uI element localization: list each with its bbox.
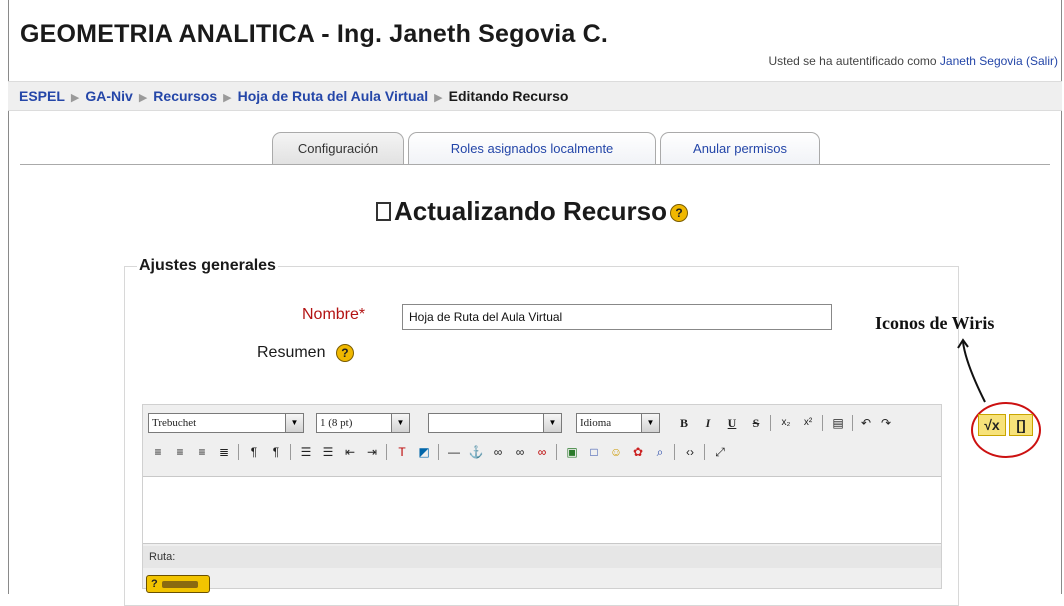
- table-icon[interactable]: □: [584, 442, 604, 462]
- breadcrumb-separator-icon: ▶: [223, 92, 232, 104]
- language-select[interactable]: Idioma ▼: [576, 413, 660, 433]
- smiley-icon[interactable]: ☺: [606, 442, 626, 462]
- align-left-icon[interactable]: ≡: [148, 442, 168, 462]
- breadcrumb-separator-icon: ▶: [70, 92, 80, 104]
- ltr-icon[interactable]: ¶: [244, 442, 264, 462]
- fieldset-legend: Ajustes generales: [137, 257, 278, 275]
- breadcrumb-item-resources[interactable]: Recursos: [153, 88, 217, 104]
- indent-icon[interactable]: ⇥: [362, 442, 382, 462]
- wiris-annotation-label: Iconos de Wiris: [875, 313, 995, 333]
- breadcrumb-item-course[interactable]: GA-Niv: [85, 88, 132, 104]
- toolbar-separator: [556, 444, 557, 460]
- tab-roles-asignados[interactable]: Roles asignados localmente: [408, 132, 656, 164]
- page-title-text: Actualizando Recurso: [393, 196, 668, 226]
- search-replace-icon[interactable]: ⌕: [650, 442, 670, 462]
- chevron-down-icon: ▼: [391, 414, 409, 432]
- tab-configuracion[interactable]: Configuración: [272, 132, 404, 164]
- wiris-cas-icon[interactable]: []: [1009, 414, 1033, 436]
- name-label: Nombre*: [302, 306, 366, 323]
- toolbar-separator: [770, 415, 771, 431]
- editor-help-button[interactable]: ?: [146, 575, 210, 593]
- font-family-value: Trebuchet: [152, 417, 197, 429]
- link-icon[interactable]: ∞: [488, 442, 508, 462]
- superscript-icon[interactable]: x²: [798, 413, 818, 433]
- keyboard-icon: [161, 580, 198, 588]
- fullscreen-icon[interactable]: ⤢: [710, 442, 730, 462]
- subscript-icon[interactable]: x₂: [776, 413, 796, 433]
- summary-label-text: Resumen: [257, 344, 326, 362]
- outdent-icon[interactable]: ⇤: [340, 442, 360, 462]
- user-profile-link[interactable]: Janeth Segovia: [940, 54, 1023, 68]
- summary-label: Resumen ?: [257, 344, 354, 362]
- chevron-down-icon: ▼: [285, 414, 303, 432]
- name-input[interactable]: [402, 304, 832, 330]
- help-icon[interactable]: ?: [670, 204, 689, 223]
- toolbar-separator: [290, 444, 291, 460]
- unlink-icon[interactable]: ∞: [510, 442, 530, 462]
- help-key-glyph: ?: [151, 578, 158, 590]
- site-title: GEOMETRIA ANALITICA - Ing. Janeth Segovi…: [20, 20, 608, 48]
- wiris-formula-editor-icon[interactable]: √x: [978, 414, 1006, 436]
- editor-content-area[interactable]: [143, 476, 941, 544]
- page-title: Actualizando Recurso?: [0, 196, 1064, 227]
- chevron-down-icon: ▼: [543, 414, 561, 432]
- language-value: Idioma: [580, 417, 612, 429]
- horizontal-rule-icon[interactable]: —: [444, 442, 464, 462]
- text-color-icon[interactable]: T: [392, 442, 412, 462]
- toolbar-separator: [822, 415, 823, 431]
- login-prefix: Usted se ha autentificado como: [768, 54, 937, 68]
- breadcrumb-item-resource[interactable]: Hoja de Ruta del Aula Virtual: [238, 88, 429, 104]
- strikethrough-icon[interactable]: S: [746, 413, 766, 433]
- font-size-value: 1 (8 pt): [320, 417, 353, 429]
- login-info: Usted se ha autentificado como Janeth Se…: [768, 54, 1058, 68]
- breadcrumb-separator-icon: ▶: [434, 92, 443, 104]
- justify-icon[interactable]: ≣: [214, 442, 234, 462]
- breadcrumb: ESPEL ▶ GA-Niv ▶ Recursos ▶ Hoja de Ruta del A…: [8, 81, 1062, 111]
- align-right-icon[interactable]: ≡: [192, 442, 212, 462]
- rtl-icon[interactable]: ¶: [266, 442, 286, 462]
- bold-icon[interactable]: B: [674, 413, 694, 433]
- chevron-down-icon: ▼: [641, 414, 659, 432]
- tab-anular-permisos[interactable]: Anular permisos: [660, 132, 820, 164]
- toolbar-separator: [438, 444, 439, 460]
- toolbar-separator: [386, 444, 387, 460]
- resource-document-icon: [375, 202, 391, 221]
- breadcrumb-item-espel[interactable]: ESPEL: [19, 88, 65, 104]
- toolbar-separator: [238, 444, 239, 460]
- format-select[interactable]: ▼: [428, 413, 562, 433]
- background-color-icon[interactable]: ◩: [414, 442, 434, 462]
- breadcrumb-current: Editando Recurso: [448, 88, 569, 104]
- image-icon[interactable]: ▣: [562, 442, 582, 462]
- anchor-icon[interactable]: ⚓: [466, 442, 486, 462]
- logout-link[interactable]: (Salir): [1026, 54, 1058, 68]
- editor-path-bar: Ruta:: [143, 546, 941, 568]
- align-center-icon[interactable]: ≡: [170, 442, 190, 462]
- summary-help-icon[interactable]: ?: [335, 344, 354, 362]
- toolbar-separator: [852, 415, 853, 431]
- breadcrumb-separator-icon: ▶: [138, 92, 148, 104]
- clean-word-icon[interactable]: ▤: [828, 413, 848, 433]
- redo-icon[interactable]: ↷: [876, 413, 896, 433]
- special-char-icon[interactable]: ✿: [628, 442, 648, 462]
- font-family-select[interactable]: Trebuchet ▼: [148, 413, 304, 433]
- annotation-arrow: [957, 338, 986, 403]
- toolbar-separator: [674, 444, 675, 460]
- unordered-list-icon[interactable]: ☰: [318, 442, 338, 462]
- font-size-select[interactable]: 1 (8 pt) ▼: [316, 413, 410, 433]
- nolink-icon[interactable]: ∞: [532, 442, 552, 462]
- undo-icon[interactable]: ↶: [856, 413, 876, 433]
- italic-icon[interactable]: I: [698, 413, 718, 433]
- ordered-list-icon[interactable]: ☰: [296, 442, 316, 462]
- toolbar-separator: [704, 444, 705, 460]
- html-source-icon[interactable]: ‹›: [680, 442, 700, 462]
- underline-icon[interactable]: U: [722, 413, 742, 433]
- tabs-baseline: [20, 164, 1050, 165]
